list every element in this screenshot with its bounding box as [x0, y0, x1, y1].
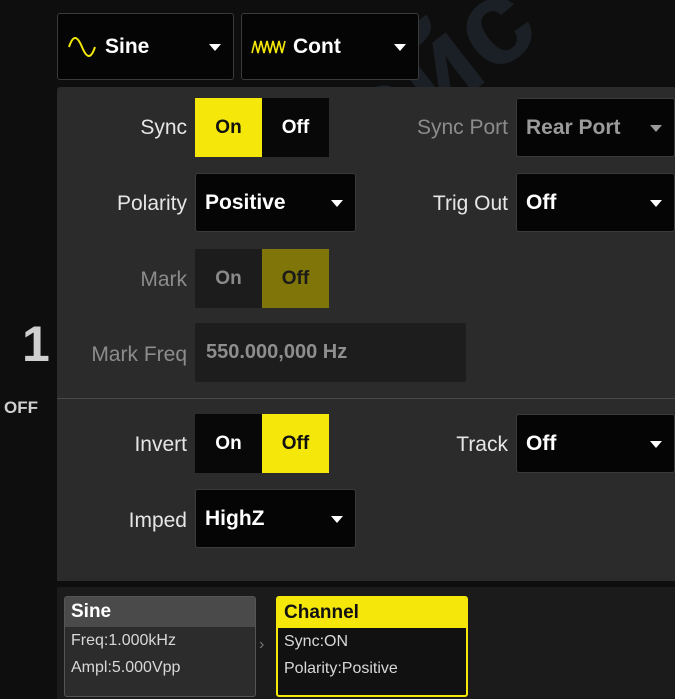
- mark-toggle[interactable]: On Off: [195, 249, 329, 308]
- chevron-right-icon: ›: [259, 636, 265, 653]
- invert-off-option[interactable]: Off: [262, 414, 329, 473]
- sync-off-option[interactable]: Off: [262, 98, 329, 157]
- chevron-down-icon: [209, 43, 221, 51]
- invert-toggle[interactable]: On Off: [195, 414, 329, 473]
- mark-freq-value: 550.000,000 Hz: [206, 341, 348, 363]
- waveform-dropdown[interactable]: Sine: [57, 13, 234, 80]
- channel-card-polarity: Polarity:Positive: [284, 660, 398, 677]
- sine-summary-card[interactable]: Sine Freq:1.000kHz Ampl:5.000Vpp: [64, 596, 256, 697]
- sine-card-ampl: Ampl:5.000Vpp: [71, 659, 181, 676]
- track-value: Off: [526, 431, 557, 455]
- mark-off-option[interactable]: Off: [262, 249, 329, 308]
- chevron-down-icon: [331, 515, 343, 523]
- mark-label: Mark: [140, 268, 187, 291]
- sync-on-option[interactable]: On: [195, 98, 262, 157]
- mark-on-option[interactable]: On: [195, 249, 262, 308]
- panel-divider: [57, 398, 675, 399]
- polarity-dropdown[interactable]: Positive: [195, 173, 356, 232]
- track-dropdown[interactable]: Off: [516, 414, 675, 473]
- channel-card-sync: Sync:ON: [284, 633, 349, 650]
- waveform-label: Sine: [105, 34, 150, 58]
- polarity-value: Positive: [205, 190, 286, 214]
- sine-card-title: Sine: [65, 597, 255, 627]
- burst-wave-icon: [251, 37, 287, 57]
- mode-label: Cont: [293, 34, 341, 58]
- sine-card-freq: Freq:1.000kHz: [71, 632, 176, 649]
- mark-freq-label: Mark Freq: [91, 343, 187, 366]
- channel-card-title: Channel: [278, 598, 466, 628]
- imped-dropdown[interactable]: HighZ: [195, 489, 356, 548]
- sync-label: Sync: [140, 116, 187, 139]
- invert-on-option[interactable]: On: [195, 414, 262, 473]
- invert-label: Invert: [134, 433, 187, 456]
- side-channel-digit: 1: [22, 316, 50, 372]
- imped-label: Imped: [128, 509, 187, 532]
- trig-out-value: Off: [526, 190, 557, 214]
- mark-freq-input[interactable]: 550.000,000 Hz: [195, 323, 466, 382]
- trig-out-dropdown[interactable]: Off: [516, 173, 675, 232]
- chevron-down-icon: [331, 199, 343, 207]
- chevron-down-icon: [650, 124, 662, 132]
- sync-toggle[interactable]: On Off: [195, 98, 329, 157]
- chevron-down-icon: [650, 440, 662, 448]
- sync-port-label: Sync Port: [416, 116, 508, 139]
- trig-out-label: Trig Out: [432, 192, 508, 215]
- imped-value: HighZ: [205, 506, 265, 530]
- sync-port-dropdown[interactable]: Rear Port: [516, 98, 675, 157]
- side-off-label: OFF: [4, 398, 38, 417]
- sine-wave-icon: [67, 36, 97, 57]
- chevron-down-icon: [650, 199, 662, 207]
- track-label: Track: [456, 433, 508, 456]
- channel-summary-card[interactable]: Channel Sync:ON Polarity:Positive: [276, 596, 468, 697]
- chevron-down-icon: [394, 43, 406, 51]
- polarity-label: Polarity: [116, 192, 187, 215]
- mode-dropdown[interactable]: Cont: [241, 13, 419, 80]
- sync-port-value: Rear Port: [526, 115, 621, 139]
